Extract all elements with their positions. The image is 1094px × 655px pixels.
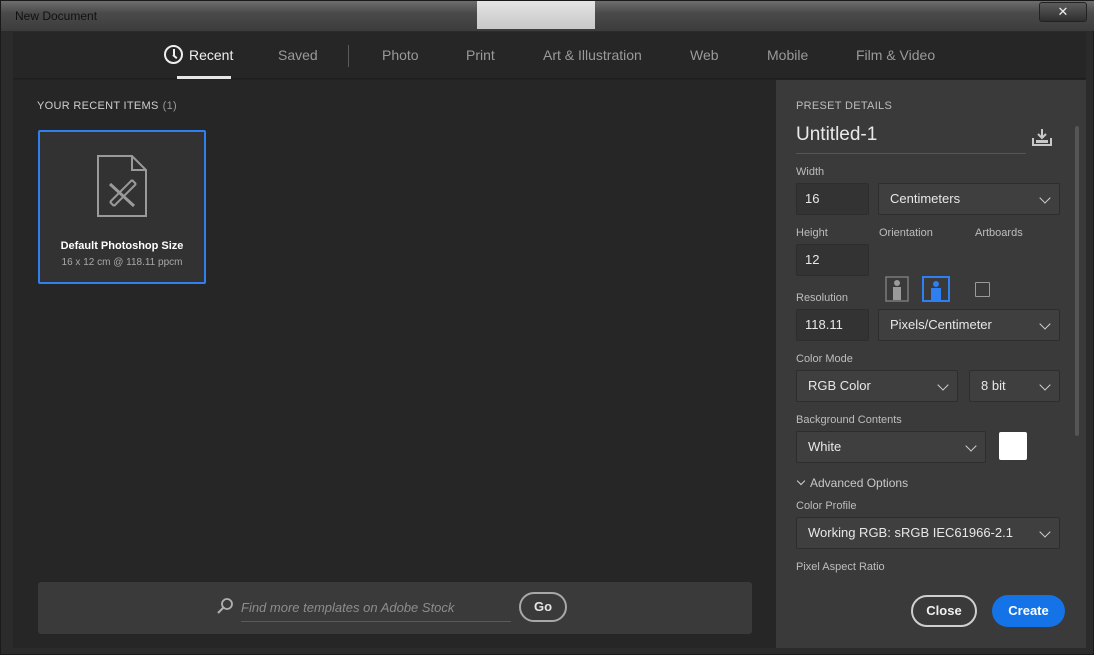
width-unit-value: Centimeters [890,191,961,206]
recent-item-card[interactable]: Default Photoshop Size 16 x 12 cm @ 118.… [38,130,206,284]
portrait-orientation-icon[interactable] [885,276,909,302]
recent-item-subtitle: 16 x 12 cm @ 118.11 ppcm [61,257,183,268]
stock-search-bar: Go [38,582,752,634]
chevron-down-icon [1039,192,1051,204]
tab-photo[interactable]: Photo [382,47,419,63]
create-button[interactable]: Create [992,595,1065,627]
search-icon [217,598,233,614]
go-button[interactable]: Go [519,592,567,622]
background-contents-label: Background Contents [796,414,902,426]
chevron-down-icon [965,440,977,452]
window-title: New Document [15,9,98,23]
recent-item-title: Default Photoshop Size [60,240,184,252]
document-name-field[interactable]: Untitled-1 [796,124,1026,154]
width-label: Width [796,166,825,178]
background-contents-value: White [808,439,842,454]
chevron-down-icon [1039,526,1051,538]
recent-items-pane: YOUR RECENT ITEMS (1) Default Photoshop S… [13,80,776,648]
save-preset-icon[interactable] [1032,128,1052,146]
width-unit-select[interactable]: Centimeters [878,183,1060,215]
new-document-window: New Document ✕ Recent Saved Photo Print … [0,0,1094,655]
landscape-orientation-icon[interactable] [922,276,950,302]
tab-divider [348,45,349,67]
pixel-aspect-ratio-label: Pixel Aspect Ratio [796,561,885,573]
chevron-down-icon [796,476,806,486]
chevron-down-icon [937,379,949,391]
bit-depth-select[interactable]: 8 bit [969,370,1060,402]
resolution-unit-value: Pixels/Centimeter [890,317,992,332]
window-close-button[interactable]: ✕ [1039,2,1087,22]
orientation-label: Orientation [879,227,933,239]
background-window-glimpse [477,1,595,29]
resolution-unit-select[interactable]: Pixels/Centimeter [878,309,1060,341]
preset-details-heading: PRESET DETAILS [796,100,893,112]
active-tab-underline [177,76,231,79]
chevron-down-icon [1039,379,1051,391]
tab-saved[interactable]: Saved [278,47,318,63]
title-bar[interactable]: New Document ✕ [1,1,1094,31]
stock-search-input[interactable] [241,594,511,622]
color-profile-label: Color Profile [796,500,857,512]
recent-items-count: (1) [162,100,177,112]
tab-film-video[interactable]: Film & Video [856,47,935,63]
close-button[interactable]: Close [911,595,977,627]
preset-details-pane: PRESET DETAILS Untitled-1 Width 16 Centi… [776,80,1086,648]
recent-items-heading: YOUR RECENT ITEMS (1) [37,100,177,112]
artboards-label: Artboards [975,227,1023,239]
resolution-input[interactable]: 118.11 [796,309,869,341]
clock-icon [164,45,183,64]
tab-print[interactable]: Print [466,47,495,63]
height-label: Height [796,227,828,239]
preset-tabs: Recent Saved Photo Print Art & Illustrat… [13,32,1086,79]
bit-depth-value: 8 bit [981,378,1006,393]
color-profile-select[interactable]: Working RGB: sRGB IEC61966-2.1 [796,517,1060,549]
height-input[interactable]: 12 [796,244,869,276]
tab-web[interactable]: Web [690,47,719,63]
resolution-label: Resolution [796,292,848,304]
tab-recent[interactable]: Recent [189,47,233,63]
advanced-options-toggle[interactable]: Advanced Options [796,476,908,490]
color-mode-value: RGB Color [808,378,871,393]
color-profile-value: Working RGB: sRGB IEC61966-2.1 [808,525,1013,540]
artboards-checkbox[interactable] [975,282,990,297]
background-contents-select[interactable]: White [796,431,986,463]
color-mode-select[interactable]: RGB Color [796,370,958,402]
document-pencil-icon [97,155,147,217]
color-mode-label: Color Mode [796,353,853,365]
tab-art-illustration[interactable]: Art & Illustration [543,47,642,63]
width-input[interactable]: 16 [796,183,869,215]
tab-mobile[interactable]: Mobile [767,47,808,63]
new-document-dialog: Recent Saved Photo Print Art & Illustrat… [13,32,1086,648]
chevron-down-icon [1039,318,1051,330]
preset-scrollbar[interactable] [1075,126,1079,436]
background-color-swatch[interactable] [999,432,1027,460]
